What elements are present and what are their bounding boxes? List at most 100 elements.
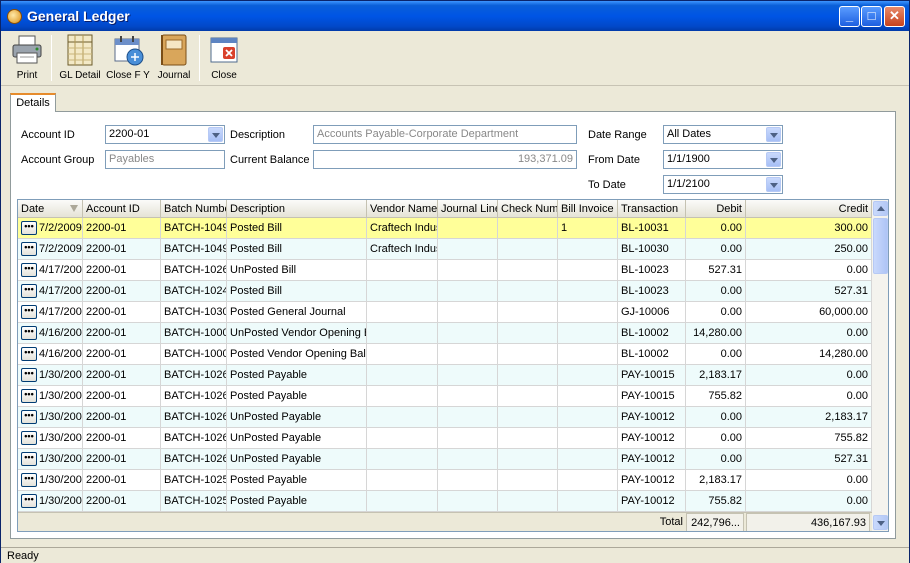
cell-text: BATCH-1025	[164, 495, 227, 507]
table-row[interactable]: •••1/30/20092200-01BATCH-1026UnPosted Pa…	[18, 407, 872, 428]
chevron-down-icon[interactable]	[208, 127, 223, 142]
cell-debit: 0.00	[686, 218, 746, 239]
cell-text: 2200-01	[86, 432, 127, 444]
cell-bill-invoice	[558, 428, 618, 449]
cell-text: UnPosted Payable	[230, 411, 322, 423]
title-bar[interactable]: General Ledger _ □ ✕	[1, 1, 909, 31]
cell-description: UnPosted Payable	[227, 428, 367, 449]
table-row[interactable]: •••4/16/20092200-01BATCH-1000UnPosted Ve…	[18, 323, 872, 344]
table-row[interactable]: •••4/17/20092200-01BATCH-1026UnPosted Bi…	[18, 260, 872, 281]
from-date-picker[interactable]: 1/1/1900	[663, 150, 783, 169]
cell-check-number	[498, 302, 558, 323]
cell-text: 14,280.00	[693, 327, 742, 339]
row-detail-button[interactable]: •••	[21, 284, 37, 298]
column-header-bill-invoice[interactable]: Bill Invoice	[558, 200, 618, 218]
table-row[interactable]: •••4/17/20092200-01BATCH-1030Posted Gene…	[18, 302, 872, 323]
chevron-down-icon[interactable]	[766, 177, 781, 192]
cell-text: BATCH-1026	[164, 390, 227, 402]
column-header-debit[interactable]: Debit	[686, 200, 746, 218]
cell-debit: 0.00	[686, 449, 746, 470]
row-detail-button[interactable]: •••	[21, 263, 37, 277]
table-row[interactable]: ••• 7/2/2009 2200-01 BATCH-1049 Posted Bill C…	[18, 218, 872, 239]
table-row[interactable]: ••• 7/2/2009 2200-01 BATCH-1049 Posted Bill C…	[18, 239, 872, 260]
close-window-icon	[207, 33, 241, 67]
cell-vendor-name	[367, 407, 438, 428]
close-fy-button[interactable]: Close F Y	[106, 33, 150, 85]
row-detail-button[interactable]: •••	[21, 452, 37, 466]
column-header-batch-number[interactable]: Batch Number	[161, 200, 227, 218]
cell-debit: 755.82	[686, 491, 746, 512]
date-range-combo[interactable]: All Dates	[663, 125, 783, 144]
cell-bill-invoice	[558, 344, 618, 365]
chevron-down-icon[interactable]	[766, 127, 781, 142]
scroll-down-icon[interactable]	[873, 515, 888, 530]
table-row[interactable]: •••1/30/20092200-01BATCH-1026Posted Paya…	[18, 365, 872, 386]
column-header-description[interactable]: Description	[227, 200, 367, 218]
cell-text: 2200-01	[86, 411, 127, 423]
table-row[interactable]: •••1/30/20092200-01BATCH-1025Posted Paya…	[18, 470, 872, 491]
column-header-account-id[interactable]: Account ID	[83, 200, 161, 218]
account-group-field[interactable]: Payables	[105, 150, 225, 169]
table-row[interactable]: •••1/30/20092200-01BATCH-1026UnPosted Pa…	[18, 449, 872, 470]
row-detail-button[interactable]: •••	[21, 347, 37, 361]
window-title: General Ledger	[27, 8, 130, 24]
column-header-vendor-name[interactable]: Vendor Name	[367, 200, 438, 218]
table-row[interactable]: •••4/16/20092200-01BATCH-1000Posted Vend…	[18, 344, 872, 365]
cell-date: •••1/30/2009	[18, 365, 83, 386]
column-header-transaction[interactable]: Transaction	[618, 200, 686, 218]
row-detail-button[interactable]: •••	[21, 431, 37, 445]
description-field[interactable]: Accounts Payable-Corporate Department	[313, 125, 577, 144]
cell-debit: 0.00	[686, 407, 746, 428]
scroll-up-icon[interactable]	[873, 201, 888, 216]
cell-check-number	[498, 407, 558, 428]
row-detail-button[interactable]: •••	[21, 473, 37, 487]
row-detail-button[interactable]: •••	[21, 410, 37, 424]
table-row[interactable]: •••4/17/20092200-01BATCH-1024Posted Bill…	[18, 281, 872, 302]
sort-filter-icon[interactable]	[70, 205, 78, 212]
close-window-button[interactable]: ✕	[884, 6, 905, 27]
print-button[interactable]: Print	[9, 33, 45, 85]
journal-icon	[157, 33, 191, 67]
row-detail-button[interactable]: •••	[21, 305, 37, 319]
row-detail-button[interactable]: •••	[21, 494, 37, 508]
cell-text: 2,183.17	[699, 369, 742, 381]
column-header-journal-line[interactable]: Journal Line	[438, 200, 498, 218]
cell-bill-invoice	[558, 449, 618, 470]
row-detail-button[interactable]: •••	[21, 221, 37, 235]
journal-button[interactable]: Journal	[155, 33, 193, 85]
account-id-combo[interactable]: 2200-01	[105, 125, 225, 144]
column-header-label: Journal Line	[441, 203, 498, 215]
column-header-label: Bill Invoice	[561, 203, 614, 215]
row-detail-button[interactable]: •••	[21, 242, 37, 256]
from-date-label: From Date	[588, 154, 640, 166]
cell-date: •••1/30/2009	[18, 428, 83, 449]
from-date-value: 1/1/1900	[667, 153, 710, 165]
maximize-button[interactable]: □	[861, 6, 882, 27]
scroll-thumb[interactable]	[873, 218, 888, 274]
grid-scrollbar[interactable]	[872, 200, 888, 531]
cell-batch-number: BATCH-1026	[161, 407, 227, 428]
tab-details[interactable]: Details	[10, 93, 56, 112]
column-header-check-number[interactable]: Check Number	[498, 200, 558, 218]
cell-description: Posted Payable	[227, 365, 367, 386]
cell-text: BATCH-1030	[164, 306, 227, 318]
current-balance-field[interactable]: 193,371.09	[313, 150, 577, 169]
chevron-down-icon[interactable]	[766, 152, 781, 167]
close-button[interactable]: Close	[206, 33, 242, 85]
minimize-button[interactable]: _	[839, 6, 860, 27]
row-detail-button[interactable]: •••	[21, 368, 37, 382]
table-row[interactable]: •••1/30/20092200-01BATCH-1025Posted Paya…	[18, 491, 872, 512]
cell-journal-line	[438, 281, 498, 302]
column-header-credit[interactable]: Credit	[746, 200, 872, 218]
calendar-close-icon	[111, 33, 145, 67]
to-date-picker[interactable]: 1/1/2100	[663, 175, 783, 194]
table-row[interactable]: •••1/30/20092200-01BATCH-1026Posted Paya…	[18, 386, 872, 407]
account-group-label: Account Group	[21, 154, 95, 166]
table-row[interactable]: •••1/30/20092200-01BATCH-1026UnPosted Pa…	[18, 428, 872, 449]
gl-detail-button[interactable]: GL Detail	[58, 33, 102, 85]
cell-credit: 0.00	[746, 365, 872, 386]
column-header-date[interactable]: Date	[18, 200, 83, 218]
cell-text: BL-10002	[621, 327, 669, 339]
row-detail-button[interactable]: •••	[21, 326, 37, 340]
row-detail-button[interactable]: •••	[21, 389, 37, 403]
